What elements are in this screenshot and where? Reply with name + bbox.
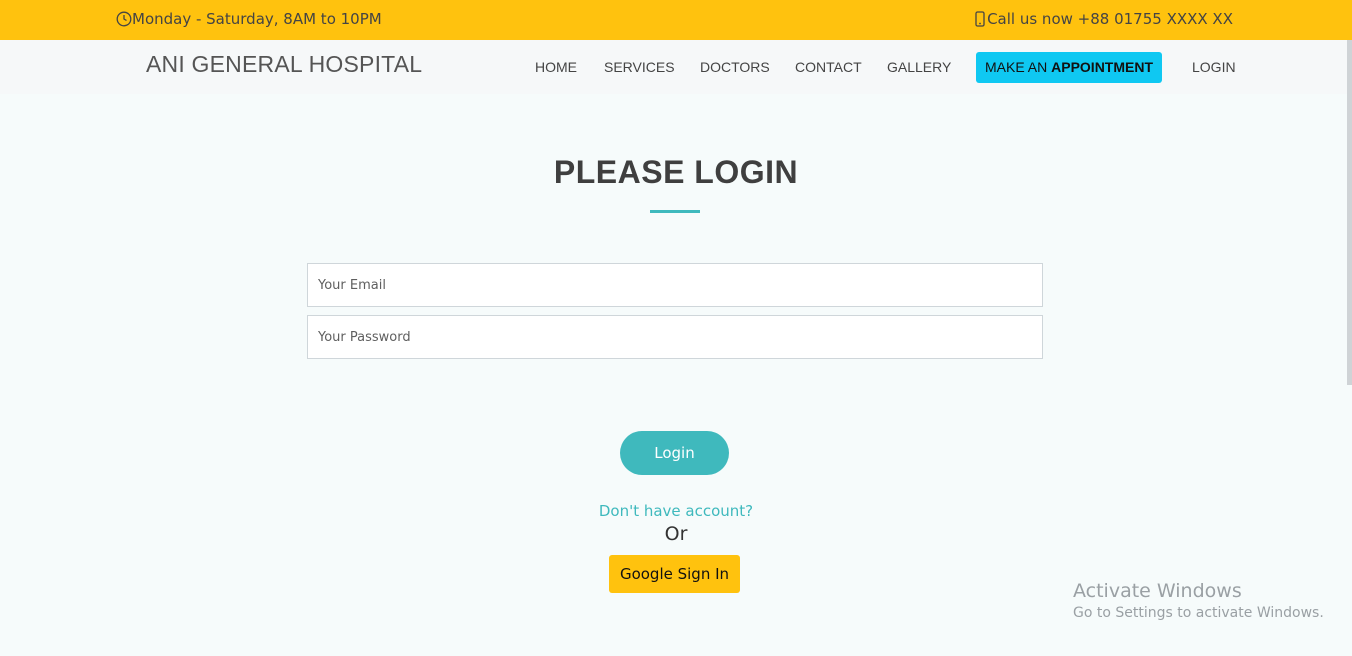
call-us-text: Call us now +88 01755 XXXX XX	[987, 10, 1233, 28]
email-field[interactable]	[307, 263, 1043, 307]
brand-logo[interactable]: ANI GENERAL HOSPITAL	[146, 51, 422, 78]
page-title: PLEASE LOGIN	[553, 154, 799, 190]
login-button[interactable]: Login	[620, 431, 729, 475]
appointment-prefix: MAKE AN	[984, 59, 1052, 75]
clock-icon	[116, 11, 132, 27]
opening-hours: Monday - Saturday, 8AM to 10PM	[116, 10, 382, 28]
watermark-subtitle: Go to Settings to activate Windows.	[1073, 605, 1324, 621]
password-field[interactable]	[307, 315, 1043, 359]
watermark-title: Activate Windows	[1073, 580, 1242, 602]
title-underline	[650, 210, 700, 213]
or-separator: Or	[664, 523, 688, 545]
nav-item-gallery[interactable]: GALLERY	[887, 59, 951, 75]
phone-icon	[975, 11, 985, 27]
make-appointment-button[interactable]: MAKE AN APPOINTMENT	[976, 52, 1162, 83]
top-info-bar: Monday - Saturday, 8AM to 10PM Call us n…	[0, 0, 1352, 40]
opening-hours-text: Monday - Saturday, 8AM to 10PM	[132, 10, 382, 28]
nav-item-services[interactable]: SERVICES	[604, 59, 675, 75]
main-navbar: ANI GENERAL HOSPITAL HOME SERVICES DOCTO…	[0, 40, 1347, 94]
scrollbar-thumb[interactable]	[1347, 40, 1352, 385]
appointment-emphasis: APPOINTMENT	[1051, 59, 1154, 75]
nav-item-home[interactable]: HOME	[535, 59, 577, 75]
register-link[interactable]: Don't have account?	[0, 502, 1352, 520]
call-us: Call us now +88 01755 XXXX XX	[975, 10, 1233, 28]
windows-activation-watermark: Activate Windows Go to Settings to activ…	[1073, 580, 1324, 621]
google-sign-in-button[interactable]: Google Sign In	[609, 555, 740, 593]
nav-item-login[interactable]: LOGIN	[1192, 59, 1236, 75]
nav-item-contact[interactable]: CONTACT	[795, 59, 862, 75]
nav-item-doctors[interactable]: DOCTORS	[700, 59, 770, 75]
